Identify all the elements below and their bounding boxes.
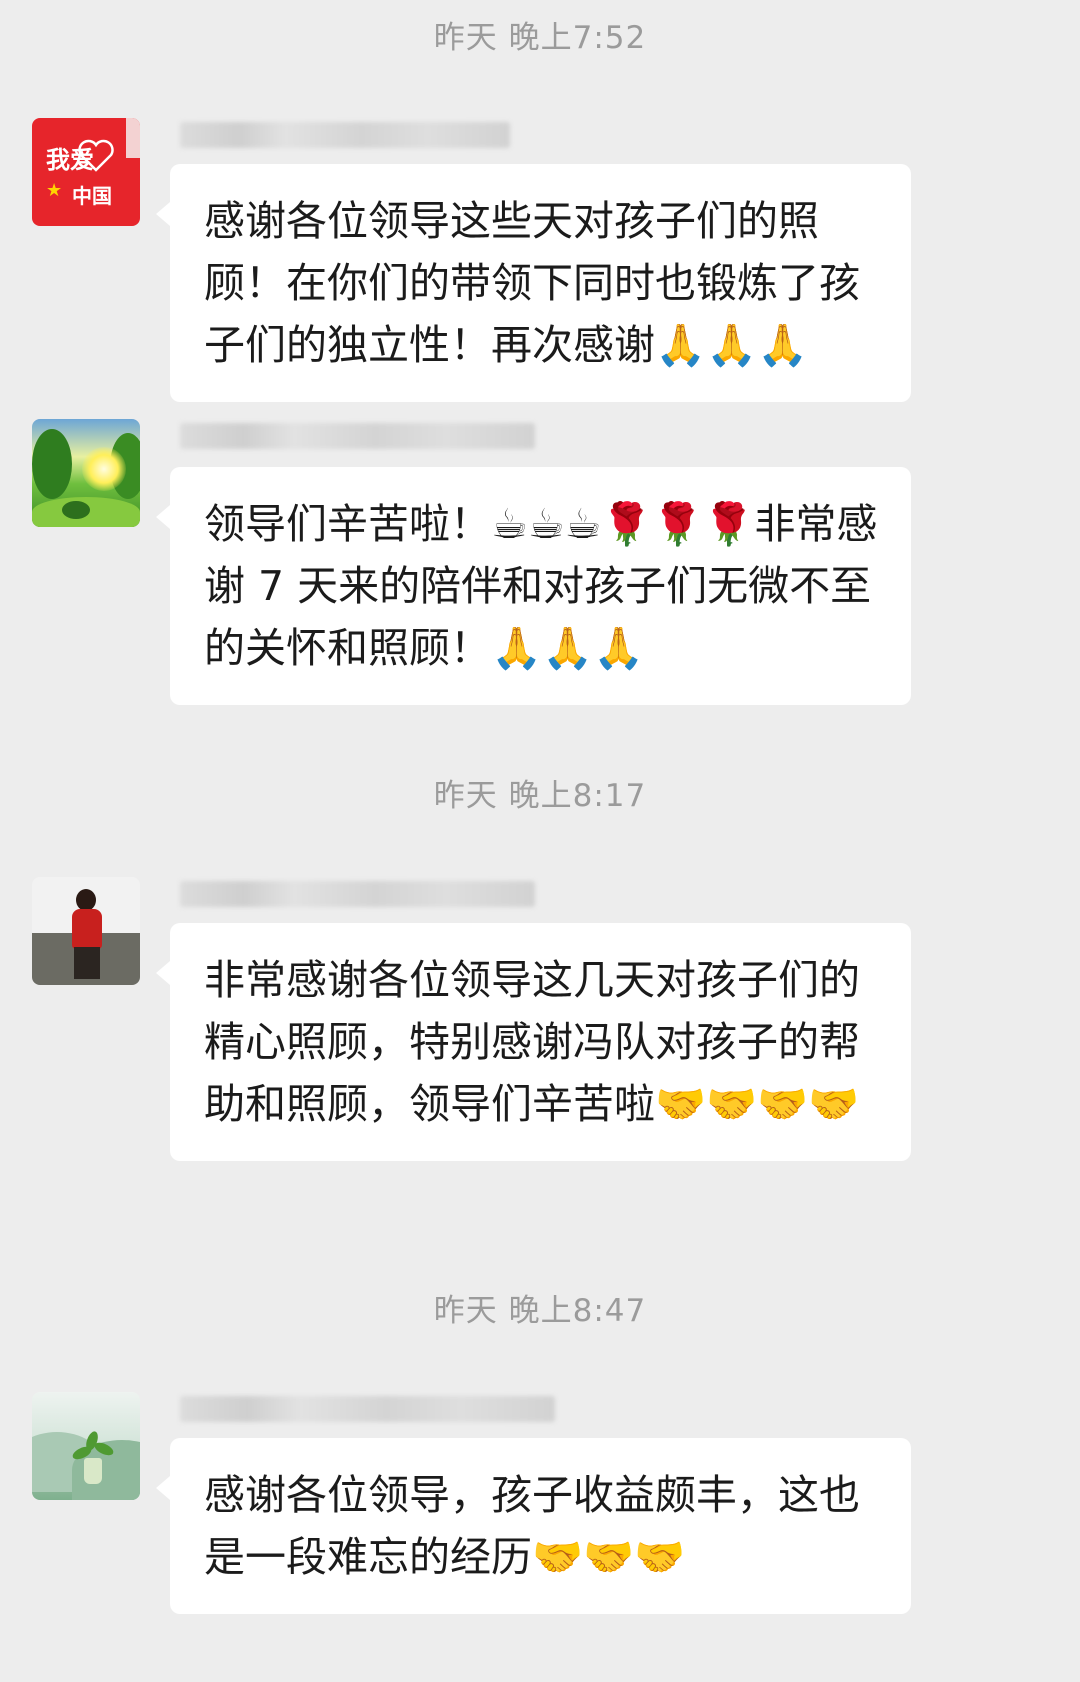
person-legs-shape xyxy=(74,947,100,979)
message-text: 非常感谢各位领导这几天对孩子们的精心照顾，特别感谢冯队对孩子的帮助和照顾，领导们… xyxy=(204,956,860,1128)
sender-name-blurred xyxy=(180,122,510,148)
timestamp: 昨天 晚上8:17 xyxy=(433,778,647,814)
sender-avatar[interactable] xyxy=(32,1392,140,1500)
message-text: 感谢各位领导这些天对孩子们的照顾！在你们的带领下同时也锻炼了孩子们的独立性！再次… xyxy=(204,197,860,369)
message-bubble[interactable]: 感谢各位领导，孩子收益颇丰，这也是一段难忘的经历🤝🤝🤝 xyxy=(156,1438,911,1614)
message-bubble[interactable]: 领导们辛苦啦！☕☕☕🌹🌹🌹非常感谢 7 天来的陪伴和对孩子们无微不至的关怀和照顾… xyxy=(156,467,911,705)
sender-name-blurred xyxy=(180,423,535,449)
bush-shape xyxy=(62,501,90,519)
sender-name-blurred xyxy=(180,881,535,907)
sender-avatar[interactable] xyxy=(32,877,140,985)
avatar-decoration xyxy=(126,118,140,158)
person-head-shape xyxy=(76,889,96,911)
avatar-logo-text: 中国 xyxy=(72,184,112,208)
sender-avatar[interactable] xyxy=(32,419,140,527)
plant-pot-shape xyxy=(84,1458,102,1484)
timestamp: 昨天 晚上8:47 xyxy=(433,1293,647,1329)
tree-shape xyxy=(32,429,72,499)
message-bubble[interactable]: 非常感谢各位领导这几天对孩子们的精心照顾，特别感谢冯队对孩子的帮助和照顾，领导们… xyxy=(156,923,911,1161)
person-body-shape xyxy=(72,909,102,949)
timestamp: 昨天 晚上7:52 xyxy=(433,20,647,56)
chat-log: 昨天 晚上7:52 我爱 ★ 中国 感谢各位领导这些天对孩子们的照顾！在你们的带… xyxy=(0,0,1080,1682)
sender-avatar[interactable]: 我爱 ★ 中国 xyxy=(32,118,140,226)
message-text: 感谢各位领导，孩子收益颇丰，这也是一段难忘的经历🤝🤝🤝 xyxy=(204,1471,860,1581)
heart-icon xyxy=(78,139,114,172)
sender-name-blurred xyxy=(180,1396,555,1422)
sun-icon xyxy=(82,447,126,491)
message-bubble[interactable]: 感谢各位领导这些天对孩子们的照顾！在你们的带领下同时也锻炼了孩子们的独立性！再次… xyxy=(156,164,911,402)
star-icon: ★ xyxy=(46,180,63,201)
message-text: 领导们辛苦啦！☕☕☕🌹🌹🌹非常感谢 7 天来的陪伴和对孩子们无微不至的关怀和照顾… xyxy=(204,500,878,672)
